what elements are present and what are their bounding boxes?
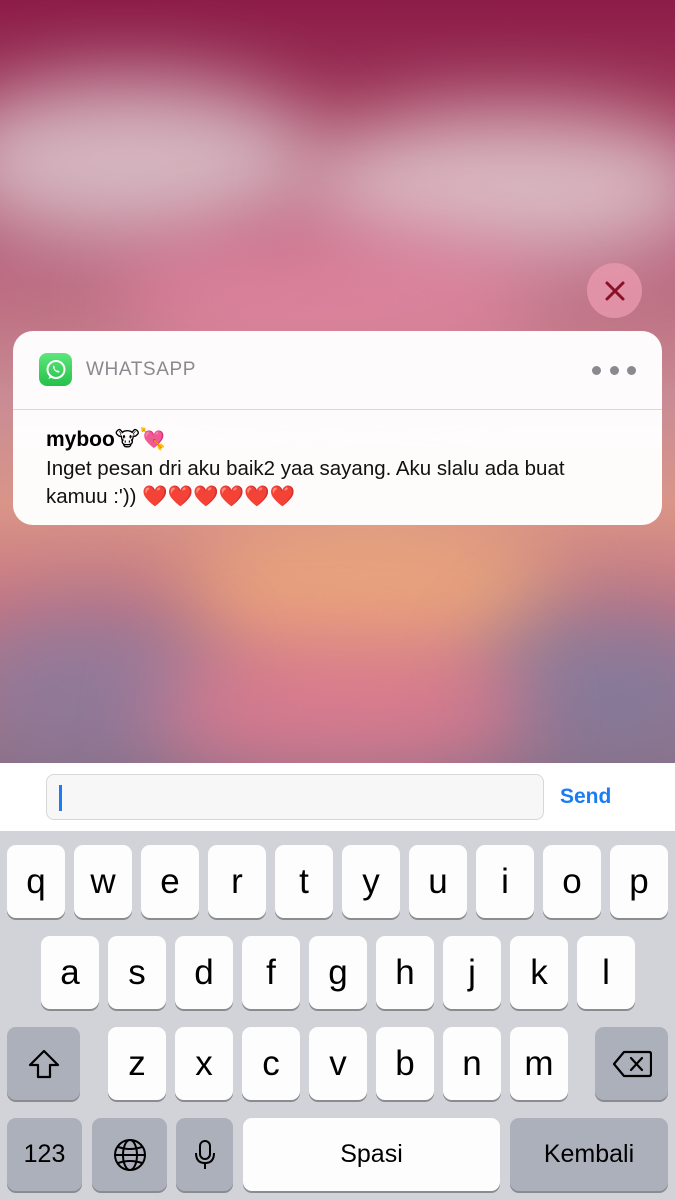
key-x[interactable]: x (175, 1027, 233, 1100)
close-button[interactable] (587, 263, 642, 318)
key-u[interactable]: u (409, 845, 467, 918)
numbers-key[interactable]: 123 (7, 1118, 82, 1191)
whatsapp-icon (39, 353, 72, 386)
key-l[interactable]: l (577, 936, 635, 1009)
more-options-button[interactable] (592, 355, 636, 385)
message-text: Inget pesan dri aku baik2 yaa sayang. Ak… (46, 457, 565, 508)
app-name: WHATSAPP (86, 359, 197, 380)
key-j[interactable]: j (443, 936, 501, 1009)
globe-key[interactable] (92, 1118, 167, 1191)
notification-header: WHATSAPP (13, 331, 662, 410)
key-m[interactable]: m (510, 1027, 568, 1100)
globe-icon (113, 1138, 146, 1171)
key-h[interactable]: h (376, 936, 434, 1009)
return-key[interactable]: Kembali (510, 1118, 668, 1191)
microphone-key[interactable] (176, 1118, 233, 1191)
key-q[interactable]: q (7, 845, 65, 918)
send-button[interactable]: Send (560, 785, 611, 809)
shift-key[interactable] (7, 1027, 80, 1100)
more-icon (592, 365, 601, 375)
key-p[interactable]: p (610, 845, 668, 918)
backspace-icon (612, 1050, 652, 1077)
key-f[interactable]: f (242, 936, 300, 1009)
lock-screen: WHATSAPP myboo🐮💘 Inget pesan dri aku bai… (0, 0, 675, 1200)
key-s[interactable]: s (108, 936, 166, 1009)
key-g[interactable]: g (309, 936, 367, 1009)
key-k[interactable]: k (510, 936, 568, 1009)
key-w[interactable]: w (74, 845, 132, 918)
microphone-icon (194, 1139, 215, 1169)
shift-icon (28, 1049, 59, 1078)
notification-body: myboo🐮💘 Inget pesan dri aku baik2 yaa sa… (13, 410, 662, 511)
key-o[interactable]: o (543, 845, 601, 918)
key-v[interactable]: v (309, 1027, 367, 1100)
key-a[interactable]: a (41, 936, 99, 1009)
space-key[interactable]: Spasi (243, 1118, 500, 1191)
key-t[interactable]: t (275, 845, 333, 918)
key-d[interactable]: d (175, 936, 233, 1009)
sender-name: myboo🐮💘 (46, 428, 166, 451)
key-y[interactable]: y (342, 845, 400, 918)
text-caret (59, 785, 62, 811)
key-c[interactable]: c (242, 1027, 300, 1100)
keyboard: q w e r t y u i o p a s d f g h j k l z … (0, 831, 675, 1200)
key-r[interactable]: r (208, 845, 266, 918)
key-i[interactable]: i (476, 845, 534, 918)
notification-card[interactable]: WHATSAPP myboo🐮💘 Inget pesan dri aku bai… (13, 331, 662, 525)
reply-input[interactable] (46, 774, 544, 820)
delete-key[interactable] (595, 1027, 668, 1100)
key-n[interactable]: n (443, 1027, 501, 1100)
close-icon (605, 281, 624, 300)
reply-bar: Send (0, 763, 675, 831)
key-e[interactable]: e (141, 845, 199, 918)
key-z[interactable]: z (108, 1027, 166, 1100)
key-b[interactable]: b (376, 1027, 434, 1100)
